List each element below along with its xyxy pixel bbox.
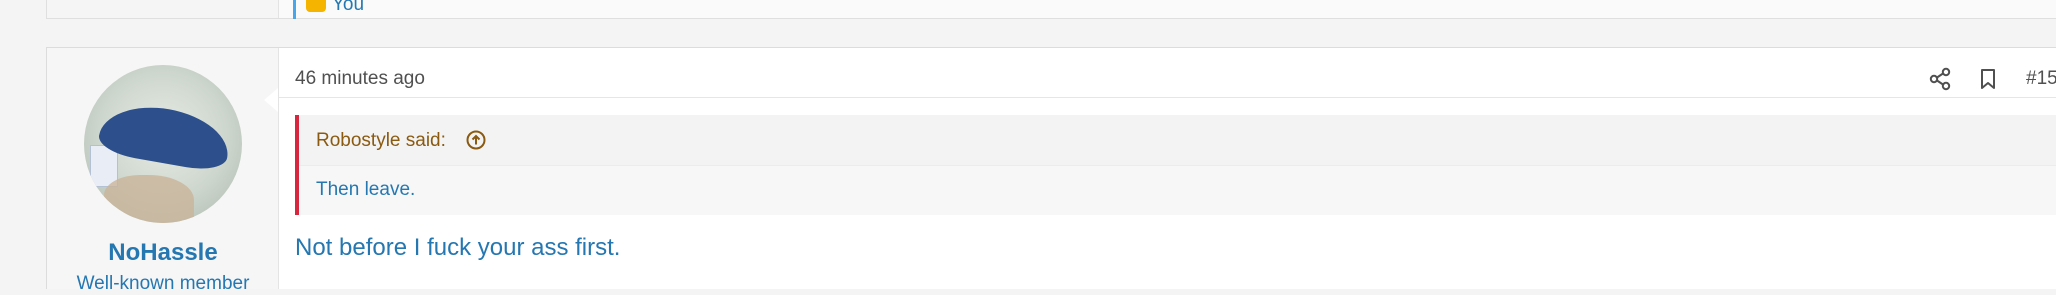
post: NoHassle Well-known member 46 minutes ag… — [46, 47, 2056, 294]
like-reaction-icon — [306, 0, 326, 12]
post-header: 46 minutes ago #15 — [279, 48, 2056, 98]
post-number[interactable]: #15 — [2026, 68, 2056, 90]
quote-block: Robostyle said: Then leave. — [295, 115, 2056, 215]
previous-post: You — [46, 0, 2056, 19]
avatar[interactable] — [84, 65, 242, 223]
quote-text: Then leave. — [316, 179, 416, 200]
user-title: Well-known member — [76, 273, 250, 294]
post-timestamp[interactable]: 46 minutes ago — [295, 68, 425, 90]
reactions-bar[interactable]: You — [293, 0, 364, 19]
bookmark-icon[interactable] — [1975, 66, 2001, 92]
user-column: NoHassle Well-known member — [47, 48, 279, 294]
quote-author[interactable]: Robostyle said: — [316, 130, 446, 152]
reaction-users[interactable]: You — [332, 0, 364, 16]
previous-post-user-column — [47, 0, 279, 18]
share-icon[interactable] — [1927, 66, 1953, 92]
quote-header: Robostyle said: — [299, 115, 2056, 166]
post-main: 46 minutes ago #15 Robostyle said: Then … — [279, 48, 2056, 289]
user-column-pointer — [264, 88, 278, 112]
arrow-up-circle-icon[interactable] — [465, 129, 487, 151]
username[interactable]: NoHassle — [47, 239, 279, 267]
avatar-hand-shape — [104, 175, 194, 223]
post-message: Not before I fuck your ass first. — [295, 234, 621, 261]
